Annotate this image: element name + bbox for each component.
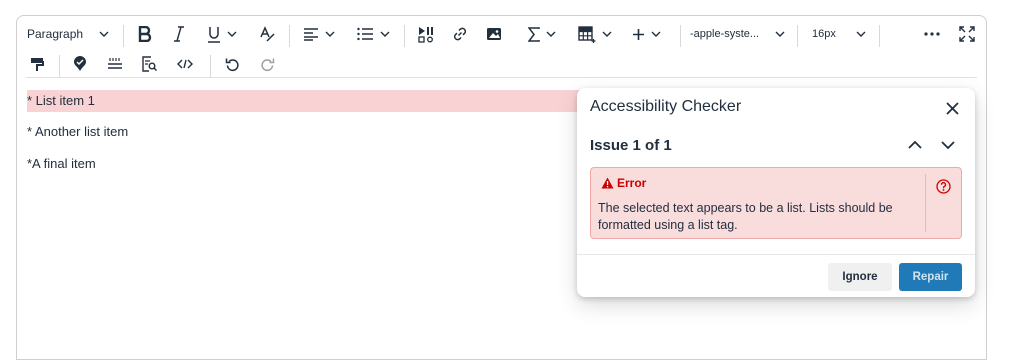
plus-icon [633, 28, 644, 40]
text-format-button[interactable] [257, 19, 277, 49]
chevron-down-icon [602, 31, 612, 37]
media-icon [418, 26, 433, 43]
chevron-down-icon [941, 141, 955, 149]
fullscreen-icon [959, 26, 975, 42]
toolbar-separator [210, 55, 211, 77]
underline-icon [208, 26, 220, 43]
toolbar-separator [797, 25, 798, 47]
link-icon [453, 27, 467, 41]
font-size-dropdown[interactable]: 16px [812, 19, 866, 49]
next-issue-button[interactable] [938, 135, 958, 155]
list-icon [357, 27, 373, 41]
toolbar-divider [26, 77, 977, 78]
more-icon [924, 32, 940, 36]
help-icon [935, 178, 951, 194]
align-left-icon [304, 28, 318, 41]
preview-button[interactable] [139, 49, 159, 79]
block-format-label: Paragraph [27, 27, 84, 41]
chevron-down-icon [227, 31, 237, 37]
redo-button[interactable] [257, 49, 277, 79]
image-button[interactable] [484, 19, 504, 49]
font-family-label: -apple-syste... [690, 28, 760, 40]
content-line-3[interactable]: *A final item [27, 156, 96, 171]
sigma-icon [528, 26, 540, 42]
fullscreen-button[interactable] [957, 19, 977, 49]
content-line-1[interactable]: * List item 1 [27, 93, 95, 108]
math-button[interactable] [528, 19, 556, 49]
dialog-title: Accessibility Checker [590, 98, 742, 115]
horizontal-rule-button[interactable] [105, 49, 125, 79]
warning-icon [601, 177, 614, 189]
error-panel: Error The selected text appears to be a … [590, 167, 962, 239]
error-title: Error [617, 176, 647, 190]
bold-icon [138, 26, 152, 42]
underline-button[interactable] [207, 19, 237, 49]
chevron-down-icon [651, 31, 661, 37]
toolbar-separator [879, 25, 880, 47]
toolbar-separator [123, 25, 124, 47]
italic-icon [174, 26, 184, 42]
undo-button[interactable] [222, 49, 242, 79]
issue-counter: Issue 1 of 1 [590, 137, 672, 154]
insert-button[interactable] [632, 19, 661, 49]
redo-icon [260, 58, 274, 71]
format-painter-icon [31, 57, 44, 71]
dialog-footer-divider [577, 254, 975, 255]
toolbar-separator [289, 25, 290, 47]
toolbar-separator [59, 55, 60, 77]
list-button[interactable] [357, 19, 390, 49]
accessibility-checker-button[interactable] [70, 49, 90, 79]
repair-button[interactable]: Repair [899, 263, 962, 291]
help-button[interactable] [935, 178, 951, 194]
accessibility-checker-dialog: Accessibility Checker Issue 1 of 1 Error… [577, 88, 975, 297]
table-icon [578, 25, 596, 43]
error-divider [925, 174, 926, 232]
close-icon [945, 101, 959, 115]
content-line-2[interactable]: * Another list item [27, 124, 128, 139]
highlighted-text-background [27, 90, 587, 112]
chevron-down-icon [775, 31, 785, 37]
block-format-dropdown[interactable]: Paragraph [27, 19, 109, 49]
accessibility-icon [74, 56, 86, 71]
more-button[interactable] [922, 19, 942, 49]
font-size-label: 16px [812, 28, 836, 40]
error-description: The selected text appears to be a list. … [598, 201, 893, 232]
media-button[interactable] [416, 19, 436, 49]
toolbar-separator [680, 25, 681, 47]
chevron-down-icon [546, 31, 556, 37]
chevron-down-icon [380, 31, 390, 37]
error-heading: Error [601, 176, 646, 190]
format-painter-button[interactable] [27, 49, 47, 79]
chevron-down-icon [325, 31, 335, 37]
undo-icon [225, 58, 239, 71]
horizontal-rule-icon [108, 58, 122, 69]
image-icon [487, 28, 501, 40]
source-code-icon [177, 59, 193, 69]
table-button[interactable] [578, 19, 612, 49]
bold-button[interactable] [135, 19, 155, 49]
source-code-button[interactable] [175, 49, 195, 79]
preview-icon [142, 56, 157, 72]
toolbar-row-1: Paragraph -apple-syste... 16px [17, 19, 986, 49]
previous-issue-button[interactable] [905, 135, 925, 155]
toolbar-row-2 [17, 49, 986, 79]
italic-button[interactable] [169, 19, 189, 49]
chevron-down-icon [856, 31, 866, 37]
align-button[interactable] [303, 19, 335, 49]
close-button[interactable] [941, 97, 963, 119]
link-button[interactable] [450, 19, 470, 49]
font-family-dropdown[interactable]: -apple-syste... [690, 19, 785, 49]
toolbar-separator [404, 25, 405, 47]
strikethrough-format-icon [260, 26, 275, 42]
chevron-up-icon [908, 141, 922, 149]
ignore-button[interactable]: Ignore [828, 263, 892, 291]
chevron-down-icon [99, 31, 109, 37]
